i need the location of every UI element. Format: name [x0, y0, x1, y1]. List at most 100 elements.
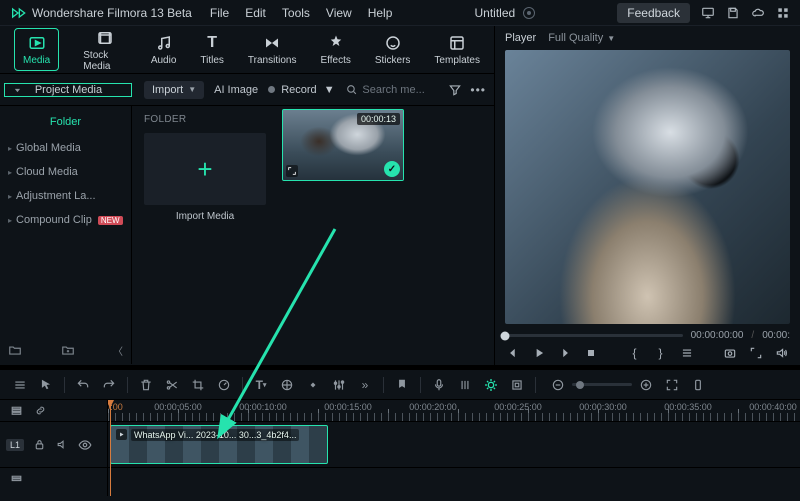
player-title: Player — [505, 32, 536, 44]
import-media-tile[interactable]: + — [144, 133, 266, 205]
zoom-slider[interactable] — [572, 383, 632, 386]
menu-help[interactable]: Help — [368, 6, 393, 20]
timeline-settings-icon[interactable] — [690, 377, 706, 393]
zoom-out-icon[interactable] — [550, 377, 566, 393]
playback-position: 00:00:00:00 — [691, 330, 744, 341]
plus-icon: + — [197, 154, 212, 185]
menu-file[interactable]: File — [210, 6, 229, 20]
menu-edit[interactable]: Edit — [245, 6, 266, 20]
ribbon: Media Stock Media Audio T Titles Transit… — [0, 26, 494, 74]
keyframe-icon[interactable] — [305, 377, 321, 393]
auto-reframe-icon[interactable] — [483, 377, 499, 393]
playback-duration: 00:00: — [762, 330, 790, 341]
marker-icon[interactable] — [394, 377, 410, 393]
ribbon-transitions[interactable]: Transitions — [248, 33, 297, 66]
new-folder-icon[interactable] — [8, 343, 22, 358]
more-tools-icon[interactable]: » — [357, 377, 373, 393]
mark-out-icon[interactable]: } — [653, 345, 669, 361]
cloud-icon[interactable] — [750, 5, 765, 20]
ribbon-audio[interactable]: Audio — [151, 33, 177, 66]
render-icon[interactable] — [509, 377, 525, 393]
filter-icon[interactable] — [448, 83, 462, 97]
chevron-down-icon: ▼ — [13, 87, 22, 93]
pointer-tool-icon[interactable] — [38, 377, 54, 393]
more-icon[interactable]: ••• — [470, 83, 486, 97]
redo-icon[interactable] — [101, 377, 117, 393]
ribbon-stickers[interactable]: Stickers — [375, 33, 411, 66]
track-mute-icon[interactable] — [54, 437, 70, 453]
app-logo — [10, 5, 26, 21]
voiceover-icon[interactable] — [431, 377, 447, 393]
stickers-icon — [382, 33, 404, 53]
expand-icon[interactable] — [286, 165, 298, 177]
timeline-clip-label: WhatsApp Vi... 2023-10... 30...3_4b2f4..… — [131, 429, 299, 441]
project-media-dropdown[interactable]: ▼ Project Media — [4, 83, 132, 97]
sidebar-item-adjustment-layer[interactable]: ▸Adjustment La... — [0, 184, 131, 208]
save-icon[interactable] — [725, 5, 740, 20]
ribbon-titles[interactable]: T Titles — [200, 33, 224, 66]
feedback-button[interactable]: Feedback — [617, 3, 690, 23]
record-button[interactable]: Record ▼ — [268, 84, 334, 96]
zoom-in-icon[interactable] — [638, 377, 654, 393]
next-frame-icon[interactable] — [557, 345, 573, 361]
unsaved-indicator — [523, 7, 535, 19]
search-input[interactable] — [362, 84, 432, 96]
ai-image-button[interactable]: AI Image — [214, 84, 258, 96]
stop-icon[interactable] — [583, 345, 599, 361]
delete-icon[interactable] — [138, 377, 154, 393]
ribbon-effects[interactable]: Effects — [320, 33, 350, 66]
list-icon[interactable] — [679, 345, 695, 361]
search-icon[interactable] — [345, 83, 358, 96]
sidebar-item-cloud-media[interactable]: ▸Cloud Media — [0, 160, 131, 184]
player-quality-dropdown[interactable]: Full Quality ▼ — [548, 32, 615, 44]
media-clip-tile[interactable]: 00:00:13 ✓ — [282, 109, 404, 181]
speed-icon[interactable] — [216, 377, 232, 393]
menu-tools[interactable]: Tools — [282, 6, 310, 20]
app-name: Wondershare Filmora 13 Beta — [32, 6, 192, 20]
timeline-options-icon[interactable] — [12, 377, 28, 393]
transitions-icon — [261, 33, 283, 53]
ribbon-media[interactable]: Media — [14, 28, 59, 71]
add-track-icon[interactable] — [8, 471, 24, 487]
apps-icon[interactable] — [775, 5, 790, 20]
color-icon[interactable] — [279, 377, 295, 393]
crop-icon[interactable] — [190, 377, 206, 393]
timeline-clip[interactable]: WhatsApp Vi... 2023-10... 30...3_4b2f4..… — [110, 425, 328, 464]
track-view-icon[interactable] — [8, 403, 24, 419]
zoom-fit-icon[interactable] — [664, 377, 680, 393]
preview-image — [505, 50, 790, 324]
text-tool-icon[interactable]: T▾ — [253, 377, 269, 393]
undo-icon[interactable] — [75, 377, 91, 393]
clip-duration: 00:00:13 — [357, 113, 400, 125]
link-icon[interactable] — [32, 403, 48, 419]
sidebar-item-global-media[interactable]: ▸Global Media — [0, 136, 131, 160]
sidebar-item-compound-clip[interactable]: ▸Compound ClipNEW — [0, 208, 131, 232]
player-canvas[interactable] — [505, 50, 790, 324]
import-button[interactable]: Import ▼ — [144, 81, 204, 99]
split-icon[interactable] — [164, 377, 180, 393]
fullscreen-icon[interactable] — [748, 345, 764, 361]
track-visibility-icon[interactable] — [77, 437, 93, 453]
audio-mixer-icon[interactable] — [457, 377, 473, 393]
volume-icon[interactable] — [774, 345, 790, 361]
track-lock-icon[interactable] — [31, 437, 47, 453]
snapshot-icon[interactable] — [722, 345, 738, 361]
timeline-ruler[interactable]: 0:00 00:00:05:00 00:00:10:00 00:00:15:00… — [108, 400, 800, 422]
new-bin-icon[interactable] — [61, 343, 75, 358]
playhead[interactable] — [110, 400, 111, 496]
playback-scrubber[interactable] — [505, 334, 683, 337]
track-layer-badge[interactable]: L1 — [6, 439, 24, 451]
adjust-icon[interactable] — [331, 377, 347, 393]
desktop-icon[interactable] — [700, 5, 715, 20]
record-dot-icon — [268, 86, 275, 93]
collapse-sidebar-icon[interactable]: 〈 — [113, 343, 123, 358]
play-icon[interactable] — [531, 345, 547, 361]
prev-frame-icon[interactable] — [505, 345, 521, 361]
added-check-icon: ✓ — [384, 161, 400, 177]
templates-icon — [446, 33, 468, 53]
effects-icon — [325, 33, 347, 53]
ribbon-templates[interactable]: Templates — [434, 33, 480, 66]
ribbon-stock-media[interactable]: Stock Media — [83, 28, 127, 72]
menu-view[interactable]: View — [326, 6, 352, 20]
mark-in-icon[interactable]: { — [627, 345, 643, 361]
